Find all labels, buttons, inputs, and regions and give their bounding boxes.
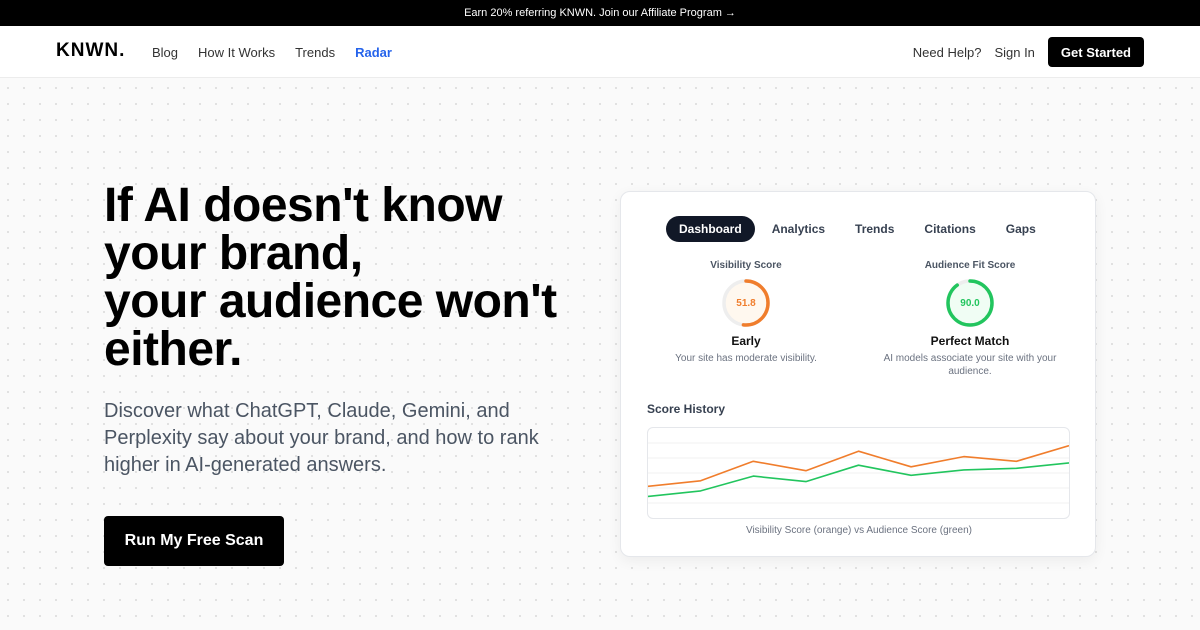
affiliate-banner-text[interactable]: Earn 20% referring KNWN. Join our Affili… [464,7,736,19]
nav-actions: Need Help? Sign In Get Started [913,37,1144,67]
dashboard-preview-card: Dashboard Analytics Trends Citations Gap… [620,191,1096,557]
visibility-score-gauge: 51.8 [720,277,772,329]
visibility-score-description: Your site has moderate visibility. [675,353,817,364]
tab-dashboard[interactable]: Dashboard [666,216,755,242]
hero-headline-line-1: If AI doesn't know [104,179,502,232]
audience-fit-score-status: Perfect Match [930,334,1010,348]
need-help-link[interactable]: Need Help? [913,45,982,60]
audience-fit-score-gauge: 90.0 [944,277,996,329]
audience-fit-score-value: 90.0 [960,297,980,309]
hero-headline-line-3: your audience won't [104,275,557,328]
score-history-svg [647,442,1070,504]
top-navigation: KNWN. Blog How It Works Trends Radar Nee… [0,26,1200,78]
score-history-chart [647,427,1070,519]
knwn-logo[interactable]: KNWN. [56,40,125,62]
nav-link-blog[interactable]: Blog [152,45,178,60]
tab-citations[interactable]: Citations [911,216,988,242]
score-history-title: Score History [647,402,726,416]
visibility-score-panel: Visibility Score 51.8 Early Your site ha… [646,260,846,365]
visibility-score-value: 51.8 [736,297,756,309]
audience-fit-score-description: AI models associate your site with your … [883,353,1057,377]
audience-fit-score-panel: Audience Fit Score 90.0 Perfect Match AI… [870,260,1070,378]
hero-headline-line-4: either. [104,323,242,376]
tab-trends[interactable]: Trends [842,216,907,242]
nav-link-how-it-works[interactable]: How It Works [198,45,275,60]
get-started-button[interactable]: Get Started [1047,37,1144,67]
hero-subtitle: Discover what ChatGPT, Claude, Gemini, a… [104,400,539,476]
dashboard-tabs: Dashboard Analytics Trends Citations Gap… [666,216,1049,242]
nav-links: Blog How It Works Trends Radar [152,45,392,60]
hero-headline: If AI doesn't know your brand, your audi… [104,182,604,374]
audience-fit-score-label: Audience Fit Score [924,260,1016,271]
score-history-caption: Visibility Score (orange) vs Audience Sc… [745,525,973,536]
tab-gaps[interactable]: Gaps [993,216,1049,242]
nav-link-radar[interactable]: Radar [355,45,392,60]
hero-headline-line-2: your brand, [104,227,363,280]
sign-in-link[interactable]: Sign In [994,45,1034,60]
audience-series-line [647,462,1070,498]
run-free-scan-button[interactable]: Run My Free Scan [104,516,284,566]
visibility-score-label: Visibility Score [710,260,782,271]
nav-link-trends[interactable]: Trends [295,45,335,60]
tab-analytics[interactable]: Analytics [759,216,838,242]
visibility-score-status: Early [731,334,761,348]
affiliate-banner[interactable]: Earn 20% referring KNWN. Join our Affili… [0,0,1200,26]
